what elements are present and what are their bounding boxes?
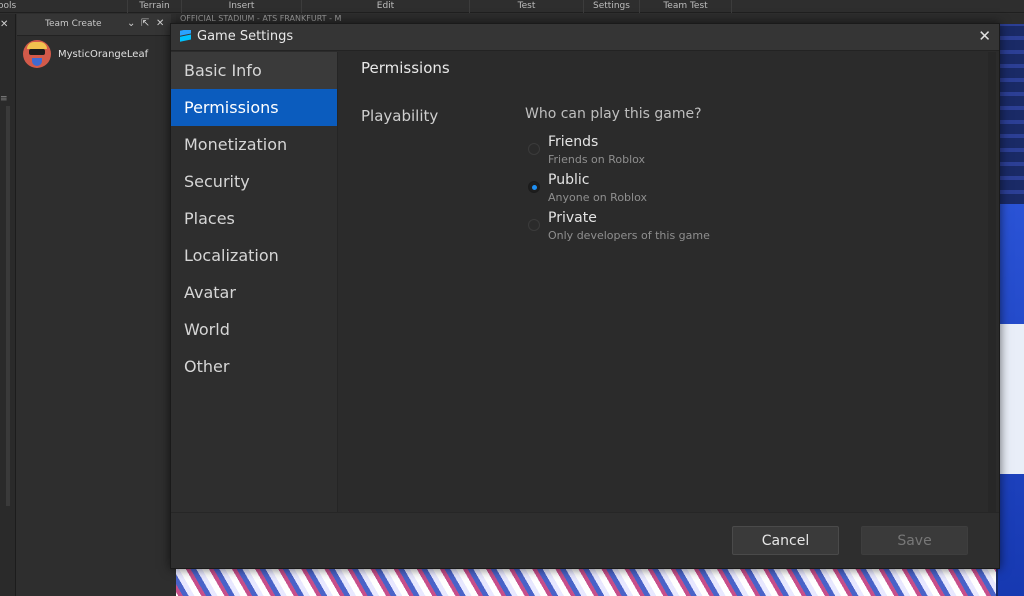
dialog-footer: Cancel Save (171, 512, 999, 568)
settings-content: Permissions Playability Who can play thi… (339, 52, 999, 512)
settings-nav: Basic Info Permissions Monetization Secu… (171, 52, 338, 512)
radio-button[interactable] (528, 143, 540, 155)
close-icon[interactable]: ✕ (0, 19, 8, 30)
panel-title: Team Create (45, 19, 102, 29)
option-subtitle: Anyone on Roblox (548, 191, 647, 204)
page-title: Permissions (361, 59, 450, 77)
ribbon-group-insert[interactable]: Insert (182, 0, 302, 13)
ribbon-group-terrain[interactable]: Terrain (128, 0, 182, 13)
user-entry[interactable]: MysticOrangeLeaf (23, 40, 148, 68)
nav-item-places[interactable]: Places (171, 200, 337, 237)
option-title: Friends (548, 134, 599, 150)
cancel-button[interactable]: Cancel (732, 526, 839, 555)
chevron-down-icon[interactable]: ⌄ (127, 18, 135, 29)
ribbon-tab-labels: Tools Terrain Insert Edit Test Settings … (0, 0, 1024, 13)
nav-item-world[interactable]: World (171, 311, 337, 348)
nav-item-monetization[interactable]: Monetization (171, 126, 337, 163)
game-settings-dialog: Game Settings ✕ Basic Info Permissions M… (170, 23, 1000, 569)
left-tool-strip: ✕ ≡ (0, 14, 16, 596)
nav-item-avatar[interactable]: Avatar (171, 274, 337, 311)
nav-item-security[interactable]: Security (171, 163, 337, 200)
ribbon-group-settings[interactable]: Settings (584, 0, 640, 13)
nav-item-basic-info[interactable]: Basic Info (171, 52, 337, 89)
ribbon-group-team-test[interactable]: Team Test (640, 0, 732, 13)
scrollbar[interactable] (6, 106, 10, 506)
nav-item-permissions[interactable]: Permissions (171, 89, 337, 126)
option-title: Private (548, 210, 597, 226)
playability-question: Who can play this game? (525, 106, 702, 122)
content-scrollbar[interactable] (988, 52, 996, 512)
close-icon[interactable]: ✕ (156, 18, 164, 29)
ribbon-group-edit[interactable]: Edit (302, 0, 470, 13)
playability-label: Playability (361, 107, 439, 125)
ribbon-group-test[interactable]: Test (470, 0, 584, 13)
nav-item-other[interactable]: Other (171, 348, 337, 385)
menu-icon[interactable]: ≡ (0, 94, 8, 104)
option-subtitle: Only developers of this game (548, 229, 710, 242)
nav-item-localization[interactable]: Localization (171, 237, 337, 274)
radio-button[interactable] (528, 219, 540, 231)
team-create-panel: Team Create ⌄ ⇱ ✕ MysticOrangeLeaf (17, 14, 171, 596)
team-create-header: Team Create ⌄ ⇱ ✕ (17, 14, 171, 36)
save-button[interactable]: Save (861, 526, 968, 555)
roblox-studio-icon (180, 30, 191, 42)
close-icon[interactable]: ✕ (978, 27, 991, 45)
ribbon-group-tools[interactable]: Tools (0, 0, 128, 13)
option-subtitle: Friends on Roblox (548, 153, 646, 166)
viewport-tab[interactable]: OFFICIAL STADIUM - ATS FRANKFURT - M (180, 14, 341, 23)
username: MysticOrangeLeaf (58, 48, 149, 60)
radio-button-selected[interactable] (528, 181, 540, 193)
dialog-titlebar: Game Settings ✕ (171, 24, 999, 51)
dialog-title: Game Settings (197, 29, 294, 44)
option-title: Public (548, 172, 590, 188)
avatar (23, 40, 51, 68)
undock-icon[interactable]: ⇱ (141, 18, 149, 29)
